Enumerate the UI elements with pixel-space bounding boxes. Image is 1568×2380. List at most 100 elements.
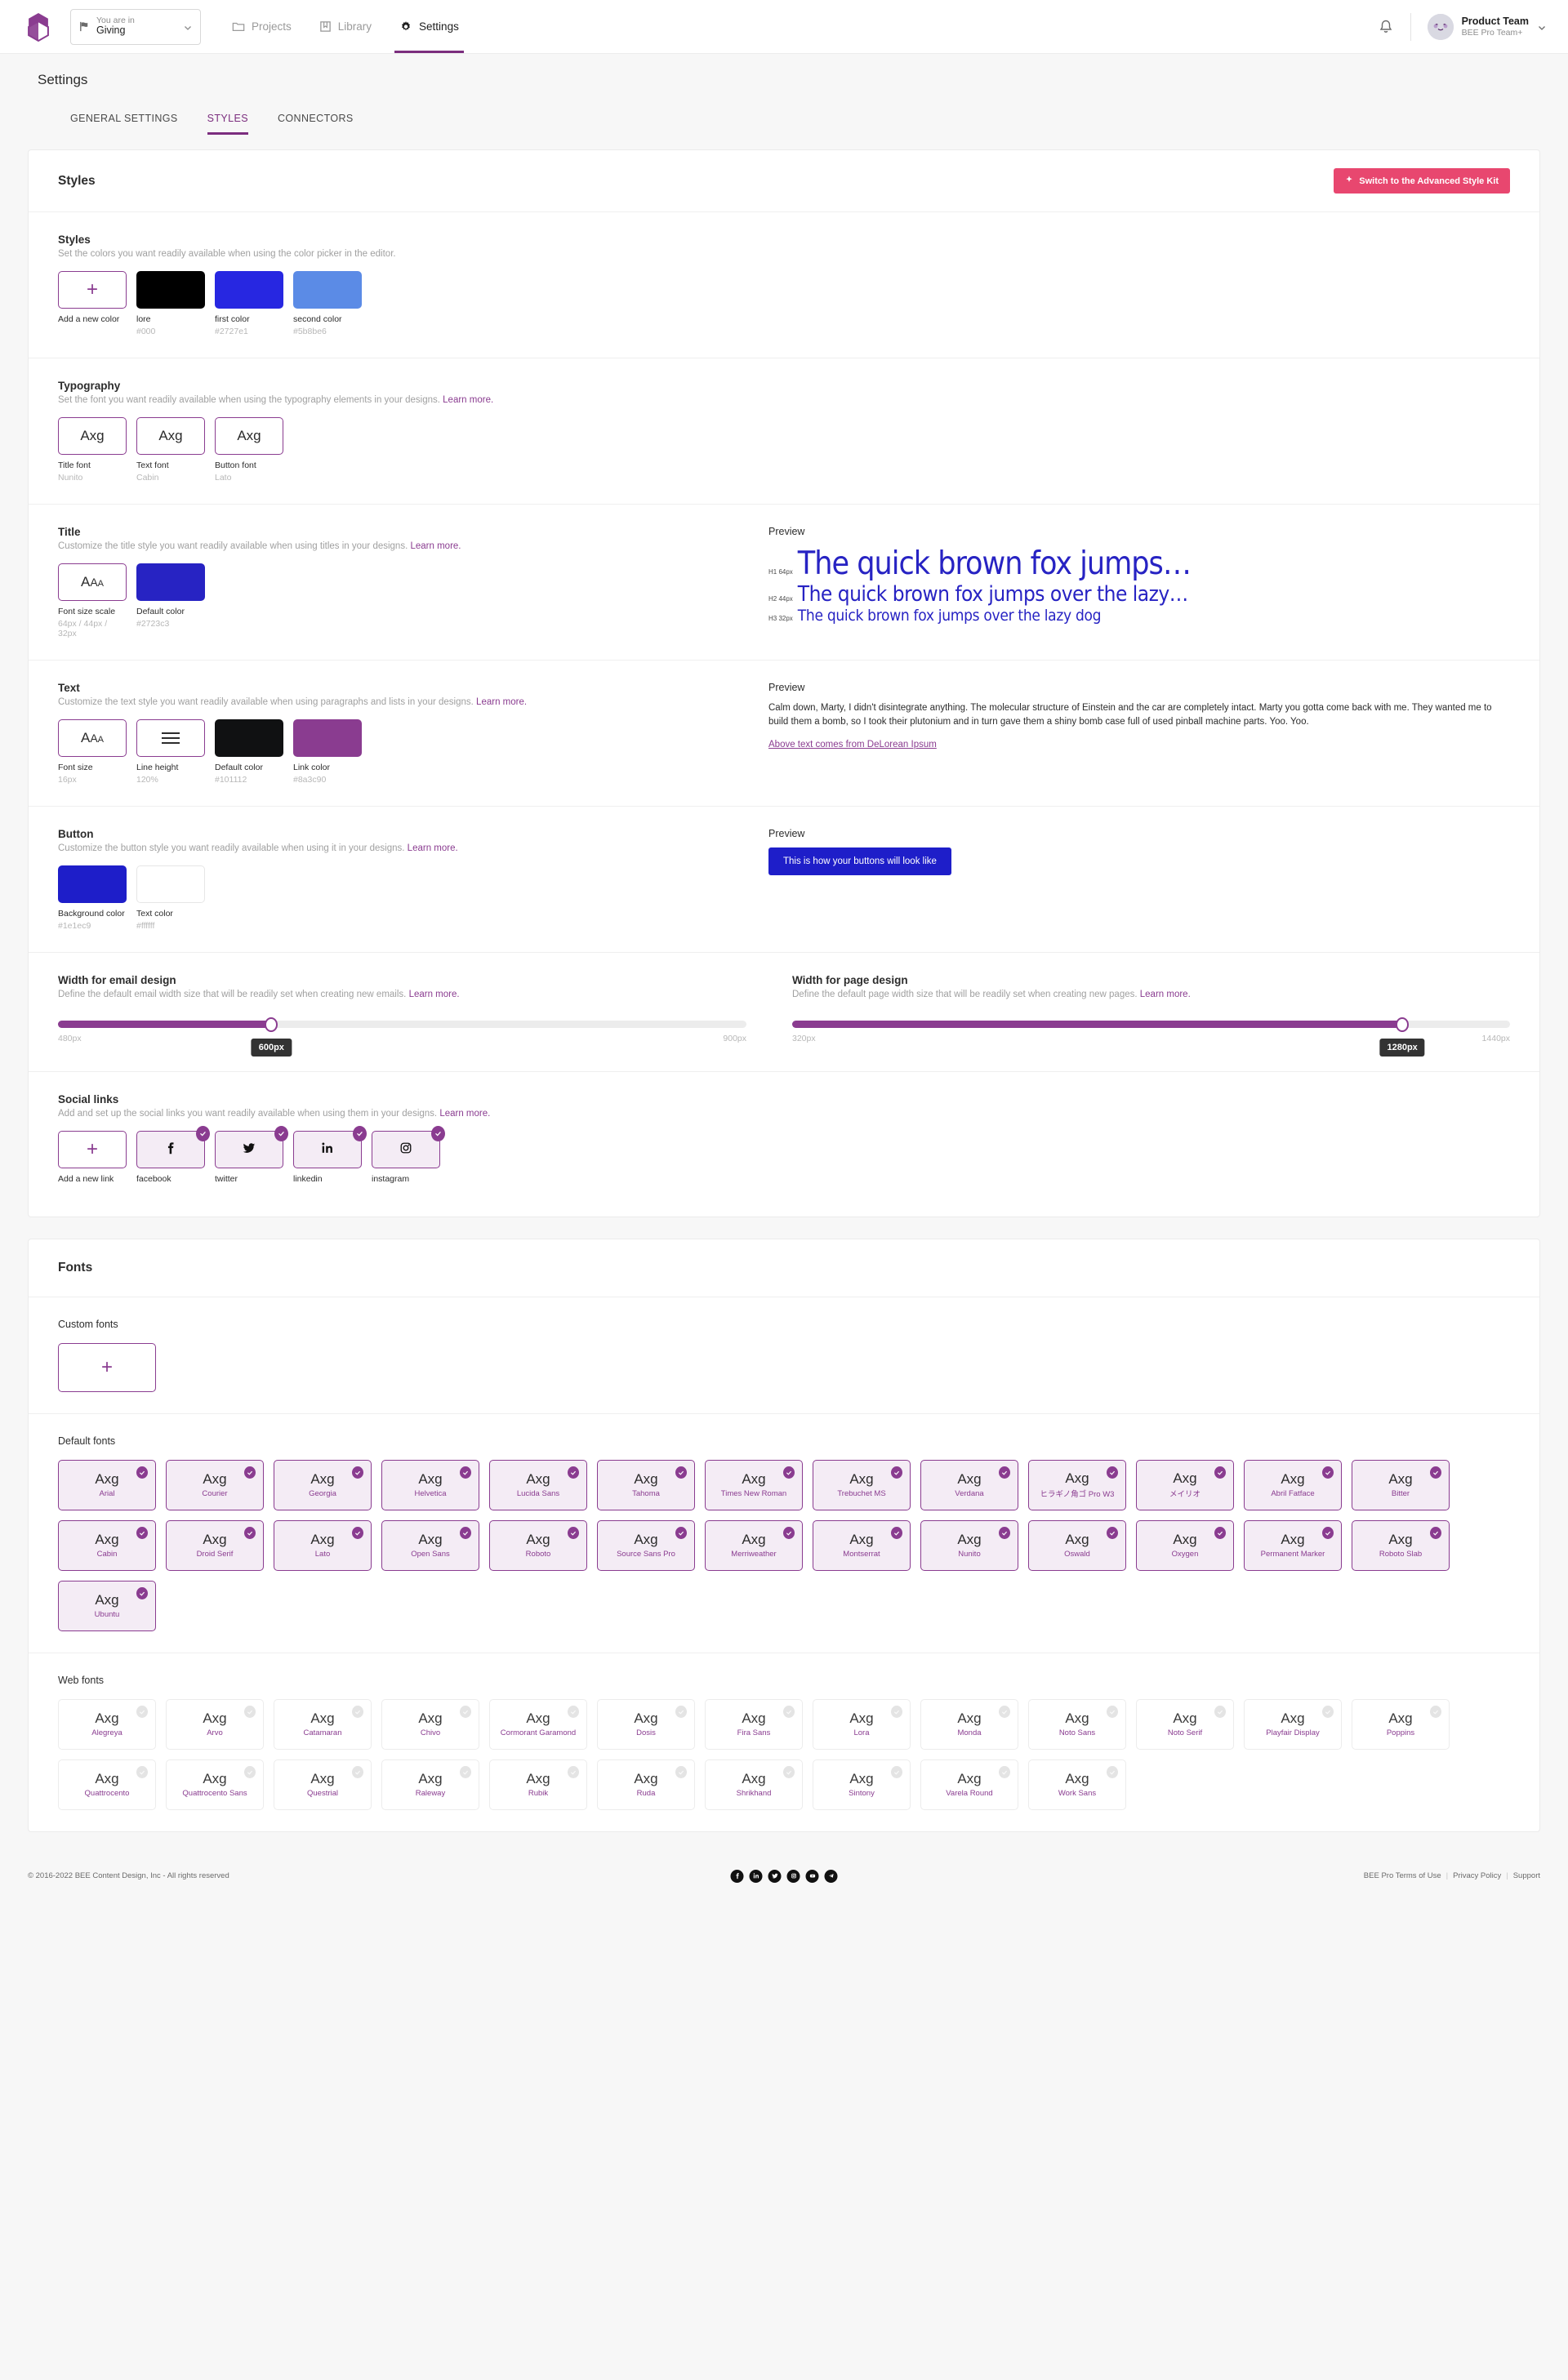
font-card-catamaran[interactable]: Axg Catamaran (274, 1699, 372, 1750)
font-card--[interactable]: Axg メイリオ (1136, 1460, 1234, 1510)
check-badge-icon[interactable] (460, 1466, 471, 1479)
font-card-cabin[interactable]: Axg Cabin (58, 1520, 156, 1571)
add-new-color-button[interactable]: + (58, 271, 127, 309)
check-badge-inactive-icon[interactable] (999, 1706, 1010, 1718)
check-badge-icon[interactable] (891, 1466, 902, 1479)
font-card-courier[interactable]: Axg Courier (166, 1460, 264, 1510)
font-card-lato[interactable]: Axg Lato (274, 1520, 372, 1571)
social-link-linkedin[interactable] (293, 1126, 367, 1168)
button-learn-more-link[interactable]: Learn more. (408, 843, 458, 853)
page-width-learn-more-link[interactable]: Learn more. (1140, 990, 1191, 999)
check-badge-icon[interactable] (783, 1527, 795, 1539)
font-card-noto-sans[interactable]: Axg Noto Sans (1028, 1699, 1126, 1750)
check-badge-icon[interactable] (568, 1527, 579, 1539)
text-font-button[interactable]: Axg (136, 417, 205, 455)
social-link-twitter[interactable] (215, 1126, 288, 1168)
font-card-merriweather[interactable]: Axg Merriweather (705, 1520, 803, 1571)
font-card-ruda[interactable]: Axg Ruda (597, 1759, 695, 1810)
font-card-helvetica[interactable]: Axg Helvetica (381, 1460, 479, 1510)
email-width-learn-more-link[interactable]: Learn more. (409, 990, 460, 999)
footer-link-privacy[interactable]: Privacy Policy (1453, 1871, 1501, 1880)
title-font-button[interactable]: Axg (58, 417, 127, 455)
check-badge-icon[interactable] (244, 1527, 256, 1539)
font-card-noto-serif[interactable]: Axg Noto Serif (1136, 1699, 1234, 1750)
check-badge-icon[interactable] (136, 1587, 148, 1599)
font-card-bitter[interactable]: Axg Bitter (1352, 1460, 1450, 1510)
check-badge-icon[interactable] (1430, 1527, 1441, 1539)
check-badge-inactive-icon[interactable] (244, 1766, 256, 1778)
font-card-open-sans[interactable]: Axg Open Sans (381, 1520, 479, 1571)
social-links-learn-more-link[interactable]: Learn more. (439, 1109, 490, 1119)
font-card-abril-fatface[interactable]: Axg Abril Fatface (1244, 1460, 1342, 1510)
switch-to-advanced-style-kit-button[interactable]: Switch to the Advanced Style Kit (1334, 168, 1510, 194)
tab-connectors[interactable]: CONNECTORS (263, 106, 368, 135)
font-card-verdana[interactable]: Axg Verdana (920, 1460, 1018, 1510)
check-badge-inactive-icon[interactable] (136, 1706, 148, 1718)
check-badge-icon[interactable] (1214, 1527, 1226, 1539)
nav-item-settings[interactable]: Settings (394, 0, 464, 53)
check-badge-inactive-icon[interactable] (783, 1766, 795, 1778)
font-card-arvo[interactable]: Axg Arvo (166, 1699, 264, 1750)
font-card-varela-round[interactable]: Axg Varela Round (920, 1759, 1018, 1810)
email-width-slider[interactable]: 480px 900px 600px (58, 1017, 746, 1057)
check-badge-icon[interactable] (1430, 1466, 1441, 1479)
check-badge-inactive-icon[interactable] (460, 1706, 471, 1718)
font-card-times-new-roman[interactable]: Axg Times New Roman (705, 1460, 803, 1510)
social-link-instagram[interactable] (372, 1126, 445, 1168)
check-badge-icon[interactable] (136, 1527, 148, 1539)
font-card-rubik[interactable]: Axg Rubik (489, 1759, 587, 1810)
color-swatch-first-color[interactable] (215, 271, 283, 309)
page-width-slider[interactable]: 320px 1440px 1280px (792, 1017, 1510, 1057)
check-badge-icon[interactable] (1322, 1466, 1334, 1479)
font-card-poppins[interactable]: Axg Poppins (1352, 1699, 1450, 1750)
check-badge-icon[interactable] (999, 1527, 1010, 1539)
check-badge-inactive-icon[interactable] (1107, 1766, 1118, 1778)
check-badge-inactive-icon[interactable] (1322, 1706, 1334, 1718)
check-badge-icon[interactable] (460, 1527, 471, 1539)
font-card-lora[interactable]: Axg Lora (813, 1699, 911, 1750)
font-card-quattrocento[interactable]: Axg Quattrocento (58, 1759, 156, 1810)
check-badge-inactive-icon[interactable] (352, 1706, 363, 1718)
nav-item-library[interactable]: Library (319, 0, 372, 53)
font-card-oswald[interactable]: Axg Oswald (1028, 1520, 1126, 1571)
check-badge-inactive-icon[interactable] (568, 1766, 579, 1778)
check-badge-inactive-icon[interactable] (999, 1766, 1010, 1778)
check-badge-icon[interactable] (999, 1466, 1010, 1479)
font-card-roboto-slab[interactable]: Axg Roboto Slab (1352, 1520, 1450, 1571)
facebook-icon[interactable] (730, 1869, 744, 1883)
font-card-trebuchet-ms[interactable]: Axg Trebuchet MS (813, 1460, 911, 1510)
check-badge-icon[interactable] (352, 1527, 363, 1539)
font-card-sintony[interactable]: Axg Sintony (813, 1759, 911, 1810)
font-card-cormorant-garamond[interactable]: Axg Cormorant Garamond (489, 1699, 587, 1750)
delorean-ipsum-link[interactable]: Above text comes from DeLorean Ipsum (768, 740, 1510, 750)
font-card-playfair-display[interactable]: Axg Playfair Display (1244, 1699, 1342, 1750)
check-badge-inactive-icon[interactable] (1214, 1706, 1226, 1718)
add-new-link-button[interactable]: + (58, 1131, 127, 1168)
font-card-ubuntu[interactable]: Axg Ubuntu (58, 1581, 156, 1631)
check-badge-inactive-icon[interactable] (244, 1706, 256, 1718)
check-badge-inactive-icon[interactable] (675, 1766, 687, 1778)
check-badge-inactive-icon[interactable] (675, 1706, 687, 1718)
check-badge-icon[interactable] (1214, 1466, 1226, 1479)
tab-styles[interactable]: STYLES (193, 106, 263, 135)
font-card-questrial[interactable]: Axg Questrial (274, 1759, 372, 1810)
font-card-georgia[interactable]: Axg Georgia (274, 1460, 372, 1510)
button-background-color-swatch[interactable] (58, 865, 127, 903)
check-badge-icon[interactable] (244, 1466, 256, 1479)
font-card-tahoma[interactable]: Axg Tahoma (597, 1460, 695, 1510)
check-badge-icon[interactable] (891, 1527, 902, 1539)
font-card-alegreya[interactable]: Axg Alegreya (58, 1699, 156, 1750)
button-text-color-swatch[interactable] (136, 865, 205, 903)
check-badge-icon[interactable] (568, 1466, 579, 1479)
check-badge-icon[interactable] (675, 1466, 687, 1479)
font-card-roboto[interactable]: Axg Roboto (489, 1520, 587, 1571)
font-card-dosis[interactable]: Axg Dosis (597, 1699, 695, 1750)
check-badge-inactive-icon[interactable] (891, 1706, 902, 1718)
check-badge-icon[interactable] (136, 1466, 148, 1479)
font-card-arial[interactable]: Axg Arial (58, 1460, 156, 1510)
check-badge-icon[interactable] (1322, 1527, 1334, 1539)
bell-icon[interactable] (1378, 19, 1394, 35)
check-badge-inactive-icon[interactable] (568, 1706, 579, 1718)
font-card-fira-sans[interactable]: Axg Fira Sans (705, 1699, 803, 1750)
text-font-size-button[interactable]: AAA (58, 719, 127, 757)
